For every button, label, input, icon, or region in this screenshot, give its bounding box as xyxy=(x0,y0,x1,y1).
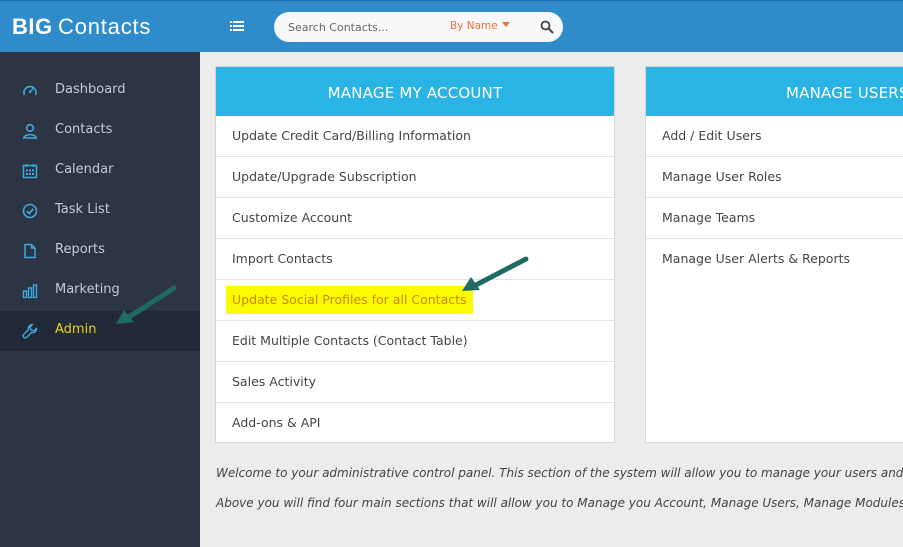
menu-item-label: Sales Activity xyxy=(232,374,316,389)
annotation-arrow-admin xyxy=(116,285,177,324)
menu-item-upgrade-subscription[interactable]: Update/Upgrade Subscription xyxy=(216,157,614,198)
search-icon[interactable] xyxy=(540,20,554,34)
menu-item-label: Customize Account xyxy=(232,210,353,225)
menu-item-label: Add / Edit Users xyxy=(662,128,762,143)
bigcontacts-logo[interactable]: BIG Contacts xyxy=(12,12,182,42)
menu-item-manage-user-alerts[interactable]: Manage User Alerts & Reports xyxy=(646,239,903,280)
chevron-down-icon xyxy=(501,22,510,27)
welcome-text-line-2: Above you will find four main sections t… xyxy=(216,496,903,510)
sidebar-item-label: Contacts xyxy=(55,122,113,137)
menu-item-label: Update Credit Card/Billing Information xyxy=(232,128,471,143)
menu-item-label: Import Contacts xyxy=(232,251,333,266)
panel-title: MANAGE USERS xyxy=(646,67,903,116)
menu-item-label: Manage User Alerts & Reports xyxy=(662,251,851,266)
sidebar-item-label: Dashboard xyxy=(55,82,126,97)
menu-item-label: Edit Multiple Contacts (Contact Table) xyxy=(232,333,468,348)
search-bar: By Name xyxy=(274,12,563,42)
menu-item-edit-multiple-contacts[interactable]: Edit Multiple Contacts (Contact Table) xyxy=(216,321,614,362)
menu-item-label: Manage User Roles xyxy=(662,169,782,184)
search-filter-dropdown[interactable]: By Name xyxy=(450,20,510,32)
sidebar-item-task-list[interactable]: Task List xyxy=(0,191,200,231)
menu-item-manage-user-roles[interactable]: Manage User Roles xyxy=(646,157,903,198)
check-circle-icon xyxy=(22,203,38,219)
menu-item-sales-activity[interactable]: Sales Activity xyxy=(216,362,614,403)
annotation-arrow-social-profiles xyxy=(462,256,529,291)
bar-chart-icon xyxy=(22,284,38,299)
sidebar-item-label: Calendar xyxy=(55,162,114,177)
sidebar-item-calendar[interactable]: Calendar xyxy=(0,151,200,191)
menu-item-add-edit-users[interactable]: Add / Edit Users xyxy=(646,116,903,157)
calendar-icon xyxy=(22,164,38,179)
sidebar-item-contacts[interactable]: Contacts xyxy=(0,111,200,151)
sidebar-item-dashboard[interactable]: Dashboard xyxy=(0,71,200,111)
menu-item-update-billing[interactable]: Update Credit Card/Billing Information xyxy=(216,116,614,157)
wrench-icon xyxy=(22,323,38,339)
top-bar: BIG Contacts By Name xyxy=(0,0,903,52)
sidebar-item-label: Task List xyxy=(55,202,110,217)
menu-item-label: Add-ons & API xyxy=(232,415,321,430)
sidebar-item-label: Marketing xyxy=(55,282,120,297)
menu-item-label: Manage Teams xyxy=(662,210,756,225)
sidebar-item-label: Admin xyxy=(55,322,97,337)
manage-my-account-panel: MANAGE MY ACCOUNT Update Credit Card/Bil… xyxy=(215,66,615,443)
hamburger-menu-icon[interactable] xyxy=(228,17,246,35)
welcome-text-line-1: Welcome to your administrative control p… xyxy=(216,466,903,480)
search-input[interactable] xyxy=(288,19,438,35)
panel-title: MANAGE MY ACCOUNT xyxy=(216,67,614,116)
menu-item-import-contacts[interactable]: Import Contacts xyxy=(216,239,614,280)
manage-users-panel: MANAGE USERS Add / Edit Users Manage Use… xyxy=(645,66,903,443)
menu-item-customize-account[interactable]: Customize Account xyxy=(216,198,614,239)
menu-item-addons-api[interactable]: Add-ons & API xyxy=(216,403,614,444)
dashboard-icon xyxy=(23,85,37,96)
search-filter-label: By Name xyxy=(450,20,498,32)
menu-item-label: Update/Upgrade Subscription xyxy=(232,169,417,184)
document-icon xyxy=(24,243,36,259)
highlighted-menu-item-label: Update Social Profiles for all Contacts xyxy=(226,286,473,314)
sidebar-item-reports[interactable]: Reports xyxy=(0,231,200,271)
svg-text:BIG: BIG xyxy=(12,14,53,39)
menu-item-manage-teams[interactable]: Manage Teams xyxy=(646,198,903,239)
svg-text:Contacts: Contacts xyxy=(58,14,151,39)
user-icon xyxy=(22,123,38,139)
menu-item-update-social-profiles[interactable]: Update Social Profiles for all Contacts xyxy=(216,280,614,321)
sidebar-item-label: Reports xyxy=(55,242,105,257)
